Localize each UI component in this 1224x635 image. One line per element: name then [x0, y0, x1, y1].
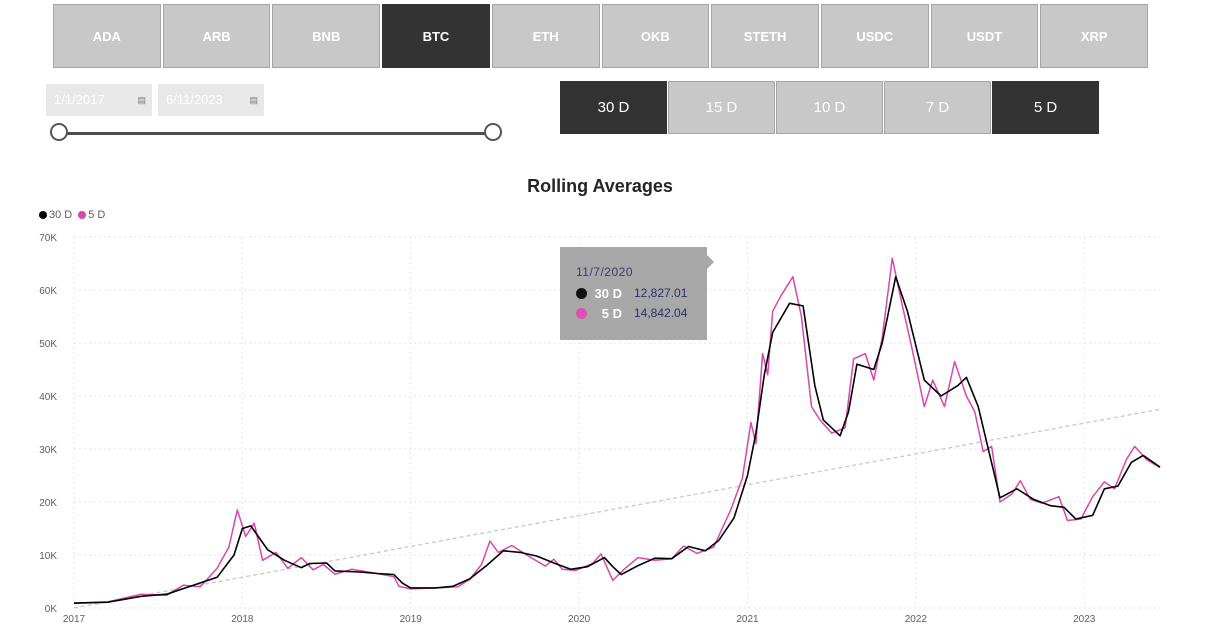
chart-tooltip: 11/7/2020 30 D 12,827.01 5 D 14,842.04	[560, 247, 714, 340]
y-tick-label: 60K	[39, 286, 57, 297]
y-tick-label: 70K	[39, 233, 57, 244]
x-tick-label: 2020	[568, 614, 591, 625]
tooltip-date: 11/7/2020	[576, 265, 633, 279]
x-tick-label: 2018	[231, 614, 254, 625]
y-tick-label: 40K	[39, 392, 57, 403]
y-tick-label: 10K	[39, 551, 57, 562]
tooltip-marker-5d	[576, 307, 587, 319]
tooltip-row-30d: 30 D 12,827.01	[576, 283, 707, 303]
x-tick-label: 2023	[1073, 614, 1096, 625]
x-tick-label: 2021	[736, 614, 759, 625]
trend-line	[73, 408, 1161, 609]
x-tick-label: 2022	[905, 614, 928, 625]
tooltip-row-5d: 5 D 14,842.04	[576, 303, 707, 323]
tooltip-marker-30d	[576, 287, 587, 299]
y-tick-label: 30K	[39, 445, 57, 456]
y-tick-label: 0K	[45, 604, 58, 615]
tooltip-value-30d: 12,827.01	[634, 286, 688, 300]
y-tick-label: 20K	[39, 498, 57, 509]
tooltip-label-5d: 5 D	[601, 305, 622, 321]
x-tick-label: 2017	[63, 614, 86, 625]
y-tick-label: 50K	[39, 339, 57, 350]
x-tick-label: 2019	[400, 614, 423, 625]
tooltip-value-5d: 14,842.04	[634, 306, 688, 320]
tooltip-label-30d: 30 D	[594, 285, 622, 301]
